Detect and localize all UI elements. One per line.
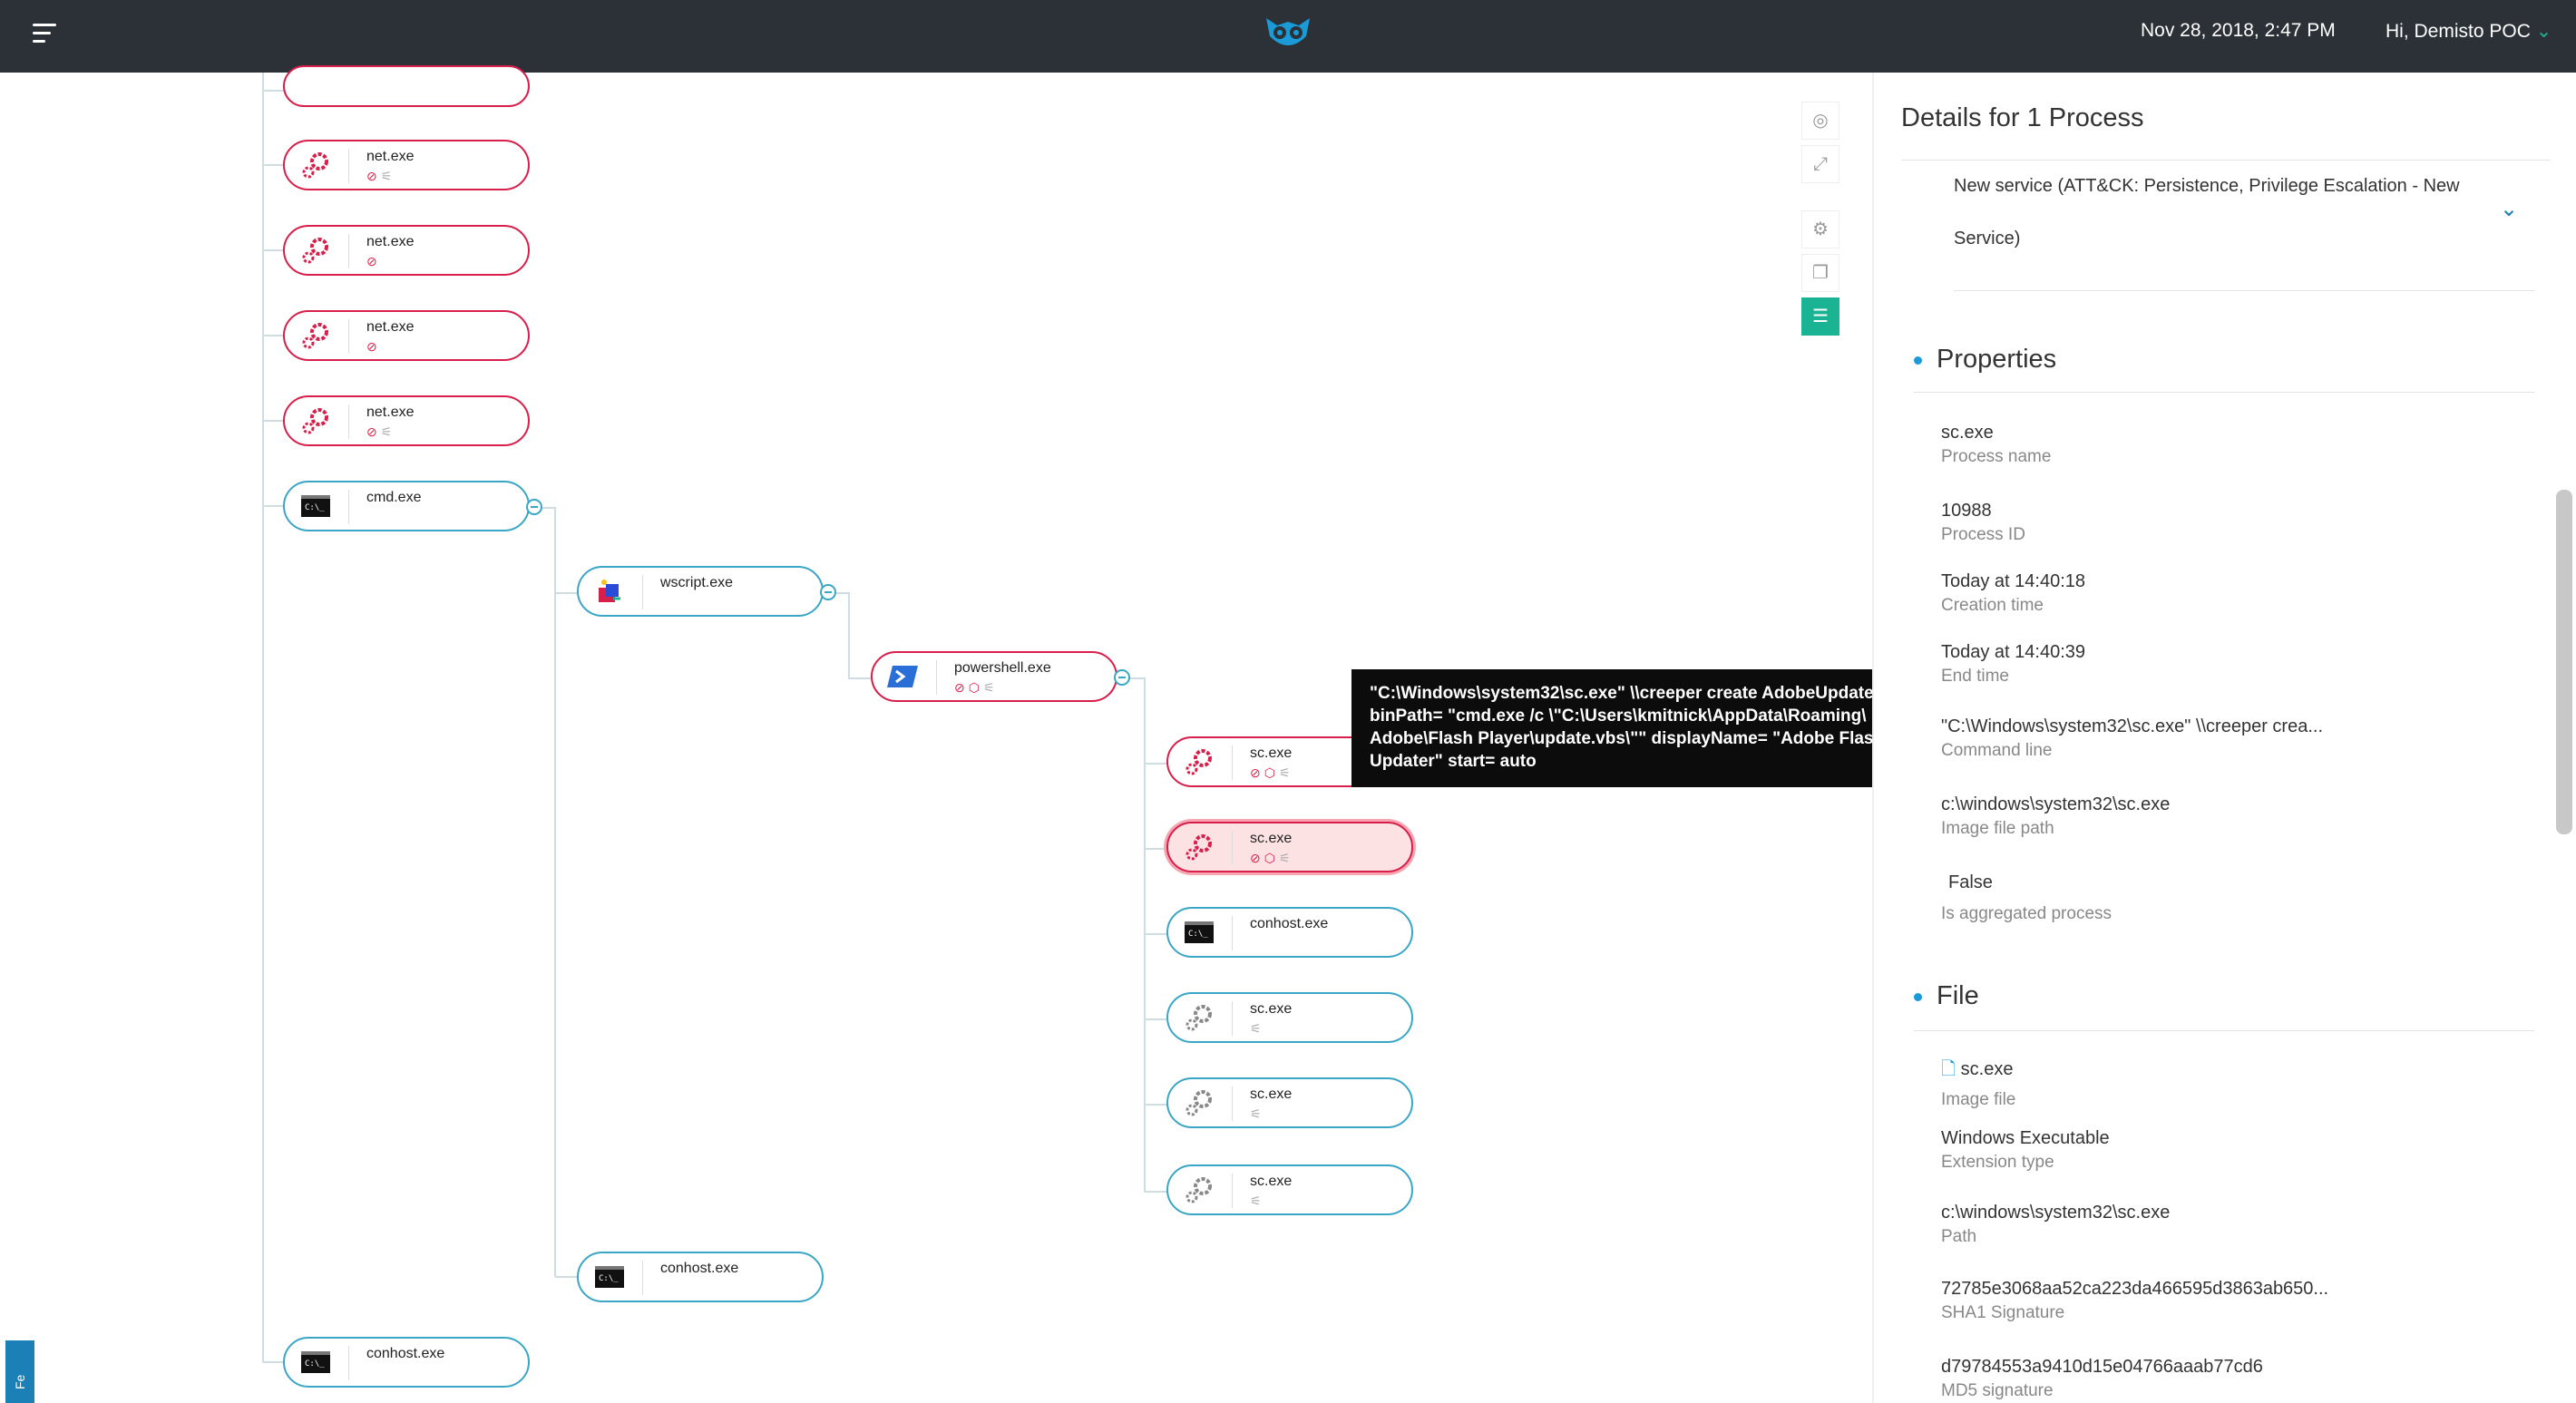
focus-icon[interactable]: ◎ — [1801, 102, 1839, 140]
process-node[interactable]: net.exe ⊘ — [283, 310, 530, 361]
collapse-toggle[interactable] — [1114, 669, 1130, 686]
node-name: cmd.exe — [366, 490, 422, 505]
process-node[interactable]: net.exe ⊘⚟ — [283, 140, 530, 190]
gear-icon — [302, 408, 328, 434]
node-name: powershell.exe — [954, 660, 1051, 676]
file-heading: File — [1914, 981, 1979, 1011]
chevron-down-icon[interactable]: ⌄ — [2500, 196, 2518, 222]
node-badges: ⊘ — [366, 254, 381, 268]
layers-icon[interactable]: ❐ — [1801, 254, 1839, 292]
gear-icon — [1186, 1005, 1212, 1031]
feedback-tab[interactable]: Fe — [5, 1340, 34, 1403]
process-node[interactable]: net.exe ⊘ — [283, 225, 530, 276]
terminal-icon: C:\_ — [301, 1351, 330, 1373]
process-node-conhost[interactable]: C:\_ conhost.exe — [283, 1337, 530, 1388]
property-command-line[interactable]: "C:\Windows\system32\sc.exe" \\creeper c… — [1941, 716, 2323, 761]
property-creation-time: Today at 14:40:18 Creation time — [1941, 571, 2086, 615]
file-extension-type: Windows Executable Extension type — [1941, 1128, 2110, 1172]
node-name: net.exe — [366, 319, 415, 335]
top-bar: Nov 28, 2018, 2:47 PM Hi, Demisto POC ⌄ — [0, 0, 2576, 73]
process-node-sc-selected[interactable]: sc.exe ⊘⬡⚟ — [1166, 822, 1413, 872]
node-badges: ⊘⚟ — [366, 169, 396, 183]
svg-text:C:\_: C:\_ — [1188, 930, 1208, 939]
powershell-icon — [887, 666, 918, 687]
file-md5: d79784553a9410d15e04766aaab77cd6 MD5 sign… — [1941, 1357, 2263, 1400]
node-badges: ⊘⬡⚟ — [1250, 851, 1294, 865]
node-badges: ⚟ — [1250, 1194, 1265, 1208]
node-name: wscript.exe — [660, 575, 734, 590]
owl-logo-icon[interactable] — [1263, 13, 1313, 53]
gear-icon — [302, 238, 328, 264]
node-badges: ⊘⬡⚟ — [954, 680, 999, 695]
process-node-sc[interactable]: sc.exe ⚟ — [1166, 1077, 1413, 1128]
menu-icon[interactable] — [33, 24, 60, 44]
file-image-file[interactable]: 🗋 sc.exe Image file — [1941, 1056, 2015, 1110]
process-node[interactable]: net.exe ⊘⚟ — [283, 395, 530, 446]
node-name: sc.exe — [1250, 1174, 1293, 1189]
property-process-name: sc.exe Process name — [1941, 423, 2052, 466]
node-badges: ⊘ — [366, 339, 381, 354]
process-node-conhost[interactable]: C:\_ conhost.exe — [1166, 907, 1413, 958]
properties-heading: Properties — [1914, 345, 2056, 375]
chevron-down-icon: ⌄ — [2535, 21, 2552, 42]
panel-scrollbar[interactable] — [2556, 490, 2572, 834]
node-badges: ⊘⬡⚟ — [1250, 765, 1294, 780]
terminal-icon: C:\_ — [595, 1266, 624, 1288]
svg-text:C:\_: C:\_ — [599, 1274, 619, 1283]
property-process-id: 10988 Process ID — [1941, 501, 2025, 544]
terminal-icon: C:\_ — [301, 495, 330, 517]
svg-text:C:\_: C:\_ — [305, 1359, 325, 1369]
process-node-conhost[interactable]: C:\_ conhost.exe — [577, 1252, 824, 1302]
gear-icon — [1186, 1090, 1212, 1116]
gear-icon — [1186, 1177, 1212, 1203]
script-icon — [599, 580, 620, 602]
collapse-toggle[interactable] — [820, 584, 836, 600]
panel-title: Details for 1 Process — [1901, 103, 2144, 132]
gear-icon — [1186, 834, 1212, 861]
gear-icon — [1186, 749, 1212, 775]
node-name: conhost.exe — [366, 1346, 445, 1361]
terminal-icon: C:\_ — [1185, 921, 1214, 943]
process-node-sc[interactable]: sc.exe ⚟ — [1166, 992, 1413, 1043]
collapse-toggle[interactable] — [526, 499, 542, 515]
node-name: conhost.exe — [1250, 916, 1329, 931]
property-is-aggregated: False Is aggregated process — [1941, 872, 2113, 923]
datetime-label: Nov 28, 2018, 2:47 PM — [2141, 20, 2336, 41]
process-node-powershell[interactable]: powershell.exe ⊘⬡⚟ — [871, 651, 1117, 702]
node-name: net.exe — [366, 149, 415, 164]
user-name: Hi, Demisto POC — [2386, 21, 2531, 42]
node-name: net.exe — [366, 404, 415, 420]
node-name: sc.exe — [1250, 831, 1293, 846]
file-path: c:\windows\system32\sc.exe Path — [1941, 1203, 2171, 1246]
svg-text:C:\_: C:\_ — [305, 503, 325, 512]
node-name: conhost.exe — [660, 1261, 739, 1276]
process-node-sc[interactable]: sc.exe ⚟ — [1166, 1164, 1413, 1215]
process-node-cmd[interactable]: C:\_ cmd.exe — [283, 481, 530, 531]
file-sha1: 72785e3068aa52ca223da466595d3863ab650...… — [1941, 1279, 2329, 1322]
node-name: sc.exe — [1250, 1086, 1293, 1102]
node-badges: ⊘⚟ — [366, 424, 396, 439]
details-panel: Details for 1 Process New service (ATT&C… — [1872, 73, 2576, 1403]
file-icon: 🗋 — [1941, 1059, 1956, 1079]
process-node[interactable] — [283, 65, 530, 107]
alert-dropdown[interactable]: New service (ATT&CK: Persistence, Privil… — [1954, 160, 2498, 265]
property-end-time: Today at 14:40:39 End time — [1941, 642, 2086, 686]
details-list-icon[interactable]: ☰ — [1801, 297, 1839, 336]
gear-icon — [302, 152, 328, 179]
user-menu[interactable]: Hi, Demisto POC ⌄ — [2386, 20, 2552, 43]
gear-icon — [302, 323, 328, 349]
command-line-tooltip: "C:\Windows\system32\sc.exe" \\creeper c… — [1351, 669, 1934, 787]
process-node-wscript[interactable]: wscript.exe — [577, 566, 824, 617]
settings-icon[interactable]: ⚙ — [1801, 210, 1839, 248]
process-graph-canvas[interactable]: net.exe ⊘⚟ net.exe ⊘ net.exe ⊘ net.exe ⊘… — [0, 65, 1934, 1403]
node-name: sc.exe — [1250, 1001, 1293, 1017]
expand-icon[interactable]: ⤢ — [1801, 145, 1839, 183]
node-badges: ⚟ — [1250, 1106, 1265, 1121]
node-badges: ⚟ — [1250, 1021, 1265, 1036]
node-name: net.exe — [366, 234, 415, 249]
node-name: sc.exe — [1250, 745, 1293, 761]
property-image-file-path: c:\windows\system32\sc.exe Image file pat… — [1941, 794, 2171, 838]
